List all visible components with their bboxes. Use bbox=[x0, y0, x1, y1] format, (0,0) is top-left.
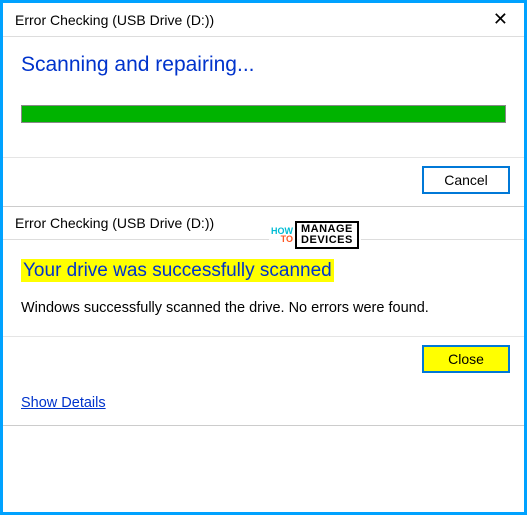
result-text: Windows successfully scanned the drive. … bbox=[21, 298, 506, 318]
progress-bar bbox=[21, 105, 506, 123]
dialog-body: Scanning and repairing... bbox=[3, 37, 524, 157]
result-heading: Your drive was successfully scanned bbox=[21, 259, 334, 282]
button-row: Close bbox=[3, 336, 524, 385]
cancel-button[interactable]: Cancel bbox=[422, 166, 510, 194]
dialog-title: Error Checking (USB Drive (D:)) bbox=[15, 215, 214, 231]
close-button[interactable]: Close bbox=[422, 345, 510, 373]
error-checking-progress-dialog: Error Checking (USB Drive (D:)) ✕ Scanni… bbox=[3, 3, 524, 207]
dialog-body: Your drive was successfully scanned Wind… bbox=[3, 240, 524, 336]
status-heading: Scanning and repairing... bbox=[21, 53, 506, 77]
watermark-box: MANAGE DEVICES bbox=[295, 221, 359, 249]
titlebar: Error Checking (USB Drive (D:)) ✕ bbox=[3, 3, 524, 37]
error-checking-result-dialog: Error Checking (USB Drive (D:)) Your dri… bbox=[3, 207, 524, 426]
show-details-link[interactable]: Show Details bbox=[3, 385, 124, 425]
titlebar: Error Checking (USB Drive (D:)) bbox=[3, 207, 524, 240]
button-row: Cancel bbox=[3, 157, 524, 206]
watermark-logo: HOW TO MANAGE DEVICES bbox=[269, 219, 361, 251]
dialog-title: Error Checking (USB Drive (D:)) bbox=[15, 12, 214, 28]
watermark-howto: HOW TO bbox=[271, 227, 293, 243]
close-icon[interactable]: ✕ bbox=[487, 9, 514, 30]
